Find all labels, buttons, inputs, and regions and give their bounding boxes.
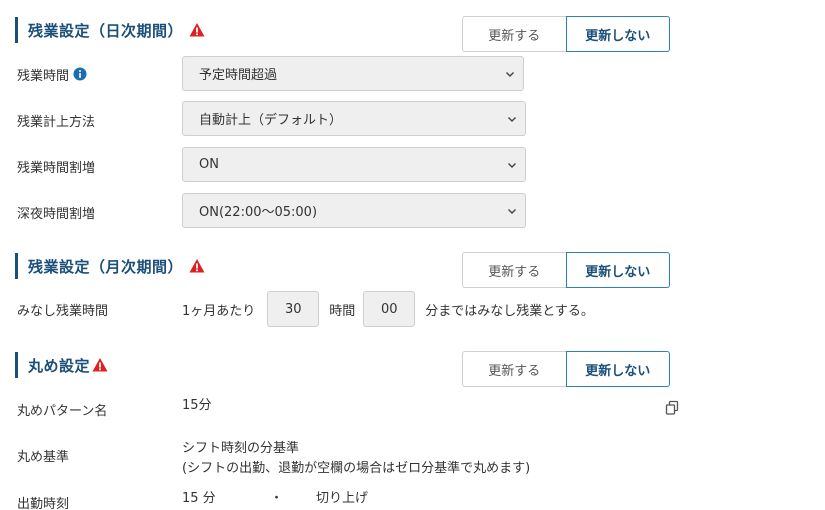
no-update-button[interactable]: 更新しない <box>565 252 670 288</box>
section-accent-bar <box>15 352 18 378</box>
warning-icon <box>189 22 205 38</box>
chevron-down-icon <box>507 114 517 124</box>
clock-in-value: 15 分 <box>182 491 216 506</box>
field-label-rounding-basis: 丸め基準 <box>17 447 70 465</box>
section-header-daily: 残業設定（日次期間） <box>15 17 205 43</box>
overtime-time-select[interactable]: 予定時間超過 <box>182 56 524 91</box>
info-icon[interactable] <box>73 67 87 81</box>
field-label-rounding-pattern: 丸めパターン名 <box>17 401 108 419</box>
field-label-clock-in: 出勤時刻 <box>17 494 69 510</box>
section-accent-bar <box>15 253 18 279</box>
minutes-input[interactable]: 00 <box>363 291 416 327</box>
chevron-down-icon <box>507 160 517 170</box>
clock-in-label: 出勤時刻 <box>17 496 70 510</box>
warning-icon <box>92 357 108 373</box>
overtime-premium-select[interactable]: ON <box>182 147 526 182</box>
section-accent-bar <box>15 17 18 43</box>
overtime-time-label: 残業時間 <box>17 68 70 84</box>
per-month-text: 1ヶ月あたり <box>182 303 256 319</box>
field-label-deemed-overtime: みなし残業時間 <box>17 301 109 319</box>
hours-input[interactable]: 30 <box>267 291 320 327</box>
night-premium-select[interactable]: ON(22:00〜05:00) <box>182 193 526 228</box>
rounding-basis-line2: (シフトの出勤、退勤が空欄の場合はゼロ分基準で丸めます) <box>182 461 531 476</box>
rounding-pattern-label: 丸めパターン名 <box>17 403 108 419</box>
update-button[interactable]: 更新する <box>462 16 566 52</box>
update-button[interactable]: 更新する <box>462 252 566 288</box>
update-toggle-rounding: 更新する 更新しない <box>462 351 670 387</box>
overtime-method-select[interactable]: 自動計上（デフォルト） <box>182 101 526 136</box>
overtime-method-label: 残業計上方法 <box>17 114 96 130</box>
field-label-overtime-method: 残業計上方法 <box>17 112 96 130</box>
section-title-monthly: 残業設定（月次期間） <box>28 257 184 276</box>
field-label-overtime-premium: 残業時間割増 <box>17 158 96 176</box>
chevron-down-icon <box>507 206 517 216</box>
section-header-monthly: 残業設定（月次期間） <box>15 253 205 279</box>
overtime-premium-label: 残業時間割増 <box>17 160 96 176</box>
section-header-rounding: 丸め設定 <box>15 352 108 378</box>
no-update-button[interactable]: 更新しない <box>565 351 670 387</box>
warning-icon <box>189 258 205 274</box>
night-premium-value: ON(22:00〜05:00) <box>199 205 318 220</box>
chevron-down-icon <box>505 69 515 79</box>
section-title-daily: 残業設定（日次期間） <box>28 21 184 40</box>
update-button[interactable]: 更新する <box>462 351 566 387</box>
deemed-overtime-label: みなし残業時間 <box>17 303 109 319</box>
clock-in-separator: ・ <box>270 491 284 506</box>
rounding-pattern-value: 15分 <box>182 398 212 413</box>
section-title-rounding: 丸め設定 <box>28 356 91 375</box>
clock-in-mode: 切り上げ <box>316 491 369 506</box>
copy-icon[interactable] <box>664 400 680 416</box>
deemed-overtime-row: 1ヶ月あたり 30 時間 00 分まではみなし残業とする。 <box>182 291 594 327</box>
rounding-basis-label: 丸め基準 <box>17 449 70 465</box>
overtime-premium-value: ON <box>199 157 219 172</box>
deemed-suffix-text: 分まではみなし残業とする。 <box>425 303 594 319</box>
field-label-overtime-time: 残業時間 <box>17 66 87 84</box>
overtime-time-value: 予定時間超過 <box>199 68 278 83</box>
night-premium-label: 深夜時間割増 <box>17 206 96 222</box>
update-toggle-monthly: 更新する 更新しない <box>462 252 670 288</box>
field-label-night-premium: 深夜時間割増 <box>17 204 96 222</box>
hours-unit-text: 時間 <box>329 303 356 319</box>
update-toggle-daily: 更新する 更新しない <box>462 16 670 52</box>
no-update-button[interactable]: 更新しない <box>565 16 670 52</box>
rounding-basis-line1: シフト時刻の分基準 <box>182 441 300 456</box>
overtime-method-value: 自動計上（デフォルト） <box>199 113 343 128</box>
